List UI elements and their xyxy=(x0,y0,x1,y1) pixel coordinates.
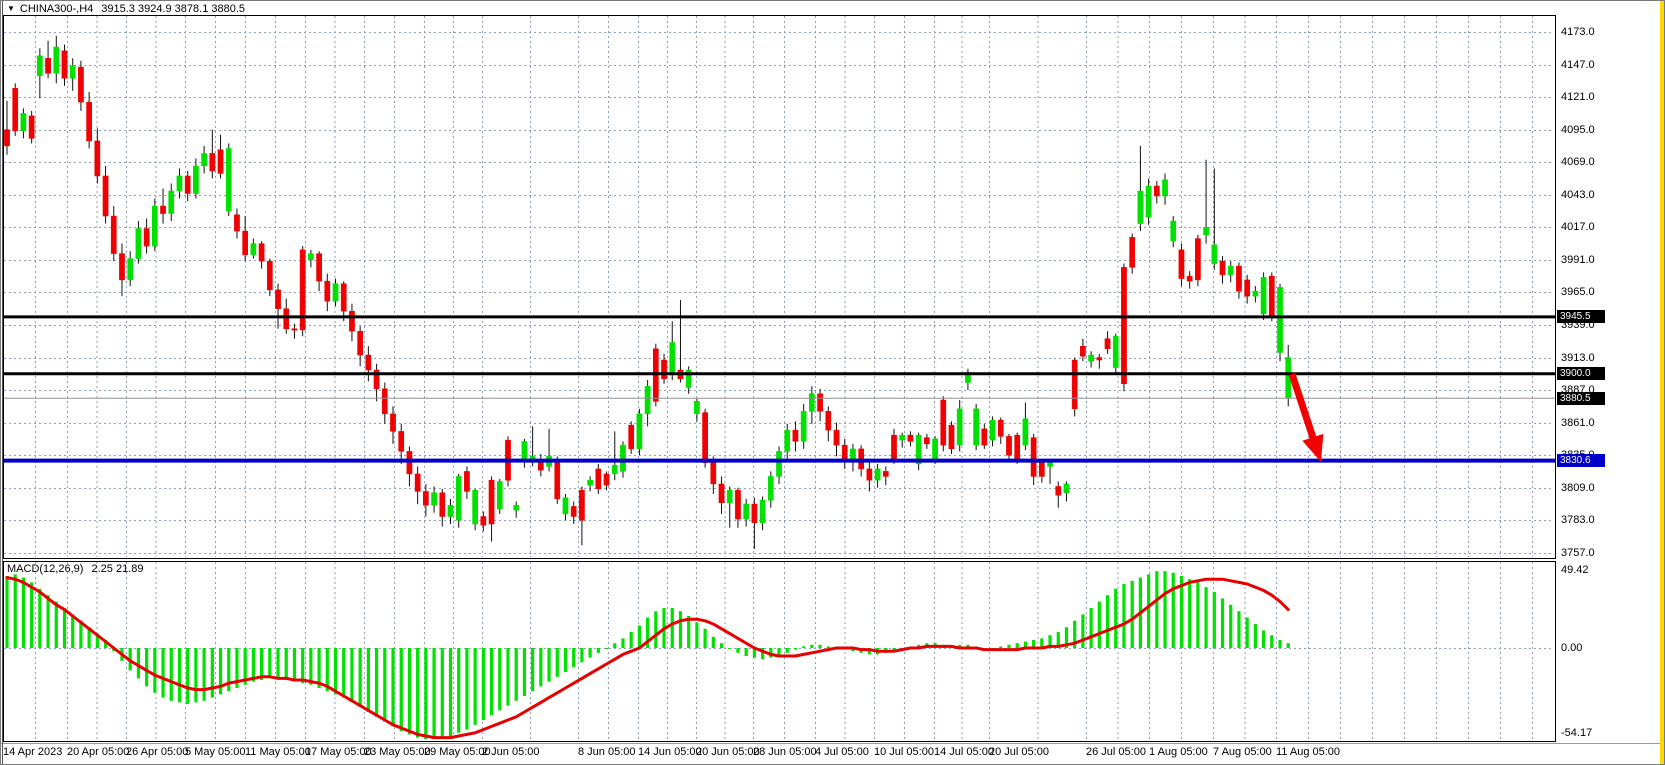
time-axis-label: 20 Apr 05:00 xyxy=(67,746,129,758)
price-tick-label: 4017.0 xyxy=(1561,221,1621,233)
ohlc-quote-label: 3915.3 3924.9 3878.1 3880.5 xyxy=(101,3,245,15)
price-tick-label: 3757.0 xyxy=(1561,547,1621,559)
time-axis-label: 14 Apr 2023 xyxy=(3,746,62,758)
time-axis-label: 8 Jun 05:00 xyxy=(578,746,636,758)
price-tick-label: 4121.0 xyxy=(1561,91,1621,103)
quote-bar[interactable]: ▼ CHINA300-,H4 3915.3 3924.9 3878.1 3880… xyxy=(7,2,245,15)
price-tick-label: 4069.0 xyxy=(1561,156,1621,168)
time-axis-label: 26 Apr 05:00 xyxy=(126,746,188,758)
time-axis-label: 11 Aug 05:00 xyxy=(1276,746,1340,758)
chevron-down-icon[interactable]: ▼ xyxy=(7,4,15,13)
macd-indicator-label: MACD(12,26,9) 2.25 21.89 xyxy=(7,563,143,575)
time-axis-label: 2 Jun 05:00 xyxy=(482,746,540,758)
time-axis-label: 1 Aug 05:00 xyxy=(1149,746,1208,758)
time-axis-label: 28 Jun 05:00 xyxy=(753,746,817,758)
price-tag-3945.5: 3945.5 xyxy=(1557,310,1605,323)
symbol-period-label: CHINA300-,H4 xyxy=(20,3,93,15)
price-tick-label: 4043.0 xyxy=(1561,189,1621,201)
price-tag-3880.5: 3880.5 xyxy=(1557,392,1605,405)
price-tick-label: 3991.0 xyxy=(1561,254,1621,266)
time-axis-label: 5 May 05:00 xyxy=(185,746,246,758)
time-axis-label: 26 Jul 05:00 xyxy=(1086,746,1146,758)
price-tag-3830.6: 3830.6 xyxy=(1557,454,1605,467)
price-tag-3900.0: 3900.0 xyxy=(1557,367,1605,380)
price-tick-label: 3965.0 xyxy=(1561,286,1621,298)
time-axis-label: 14 Jun 05:00 xyxy=(638,746,702,758)
price-tick-label: 4147.0 xyxy=(1561,59,1621,71)
time-axis-label: 23 May 05:00 xyxy=(364,746,431,758)
macd-axis-label: 49.42 xyxy=(1561,564,1621,576)
price-tick-label: 3913.0 xyxy=(1561,352,1621,364)
time-axis-label: 7 Aug 05:00 xyxy=(1213,746,1272,758)
right-edge-strip xyxy=(1660,1,1664,765)
price-tick-label: 3809.0 xyxy=(1561,482,1621,494)
time-axis-label: 11 May 05:00 xyxy=(245,746,311,758)
time-axis-label: 17 May 05:00 xyxy=(305,746,372,758)
macd-axis-label: -54.17 xyxy=(1561,727,1621,739)
price-tick-label: 4173.0 xyxy=(1561,26,1621,38)
time-axis-label: 10 Jul 05:00 xyxy=(874,746,934,758)
price-tick-label: 3783.0 xyxy=(1561,514,1621,526)
chart-canvas[interactable] xyxy=(1,1,1665,765)
macd-axis-label: 0.00 xyxy=(1561,642,1621,654)
price-tick-label: 3861.0 xyxy=(1561,417,1621,429)
macd-values: 2.25 21.89 xyxy=(91,563,143,575)
time-axis-label: 14 Jul 05:00 xyxy=(934,746,994,758)
trading-chart-window: ▼ CHINA300-,H4 3915.3 3924.9 3878.1 3880… xyxy=(0,0,1665,765)
time-axis-label: 29 May 05:00 xyxy=(424,746,491,758)
price-tick-label: 4095.0 xyxy=(1561,124,1621,136)
macd-name: MACD(12,26,9) xyxy=(7,563,83,575)
time-axis-label: 20 Jun 05:00 xyxy=(696,746,760,758)
time-axis-label: 20 Jul 05:00 xyxy=(989,746,1049,758)
time-axis-label: 4 Jul 05:00 xyxy=(815,746,869,758)
